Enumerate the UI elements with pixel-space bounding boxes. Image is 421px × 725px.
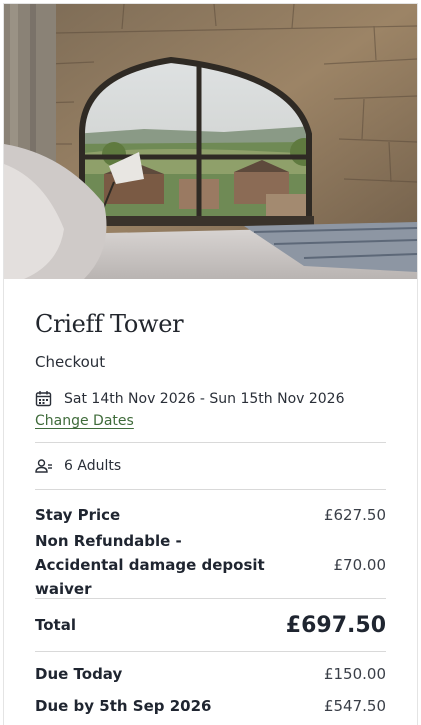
stay-dates: Sat 14th Nov 2026 - Sun 15th Nov 2026 — [35, 390, 386, 407]
property-name: Crieff Tower — [35, 310, 184, 338]
deposit-value: £70.00 — [333, 556, 387, 574]
due-later-value: £547.50 — [323, 697, 386, 715]
checkout-details: Crieff Tower Checkout Sat 14th Nov 2026 … — [4, 279, 417, 718]
deposit-row: Non Refundable - Accidental damage depos… — [35, 532, 387, 598]
calendar-icon — [35, 390, 52, 407]
change-dates-link[interactable]: Change Dates — [35, 413, 134, 429]
stay-dates-text: Sat 14th Nov 2026 - Sun 15th Nov 2026 — [64, 390, 345, 407]
due-today-row: Due Today £150.00 — [35, 654, 386, 694]
guests-count: 6 Adults — [64, 458, 122, 474]
guests-summary: 6 Adults — [35, 443, 386, 489]
guests-icon — [35, 458, 53, 474]
total-row: Total £697.50 — [35, 599, 386, 651]
total-label: Total — [35, 616, 76, 634]
stay-price-label: Stay Price — [35, 506, 121, 524]
stay-price-value: £627.50 — [323, 506, 386, 524]
checkout-heading: Checkout — [35, 353, 106, 371]
due-today-value: £150.00 — [323, 665, 386, 683]
due-later-label: Due by 5th Sep 2026 — [35, 697, 212, 715]
divider — [35, 651, 386, 652]
due-later-row: Due by 5th Sep 2026 £547.50 — [35, 694, 386, 718]
checkout-card: Crieff Tower Checkout Sat 14th Nov 2026 … — [4, 4, 417, 725]
property-photo — [4, 4, 417, 279]
deposit-label: Non Refundable - Accidental damage depos… — [35, 532, 265, 598]
total-value: £697.50 — [285, 612, 386, 638]
due-today-label: Due Today — [35, 665, 123, 683]
